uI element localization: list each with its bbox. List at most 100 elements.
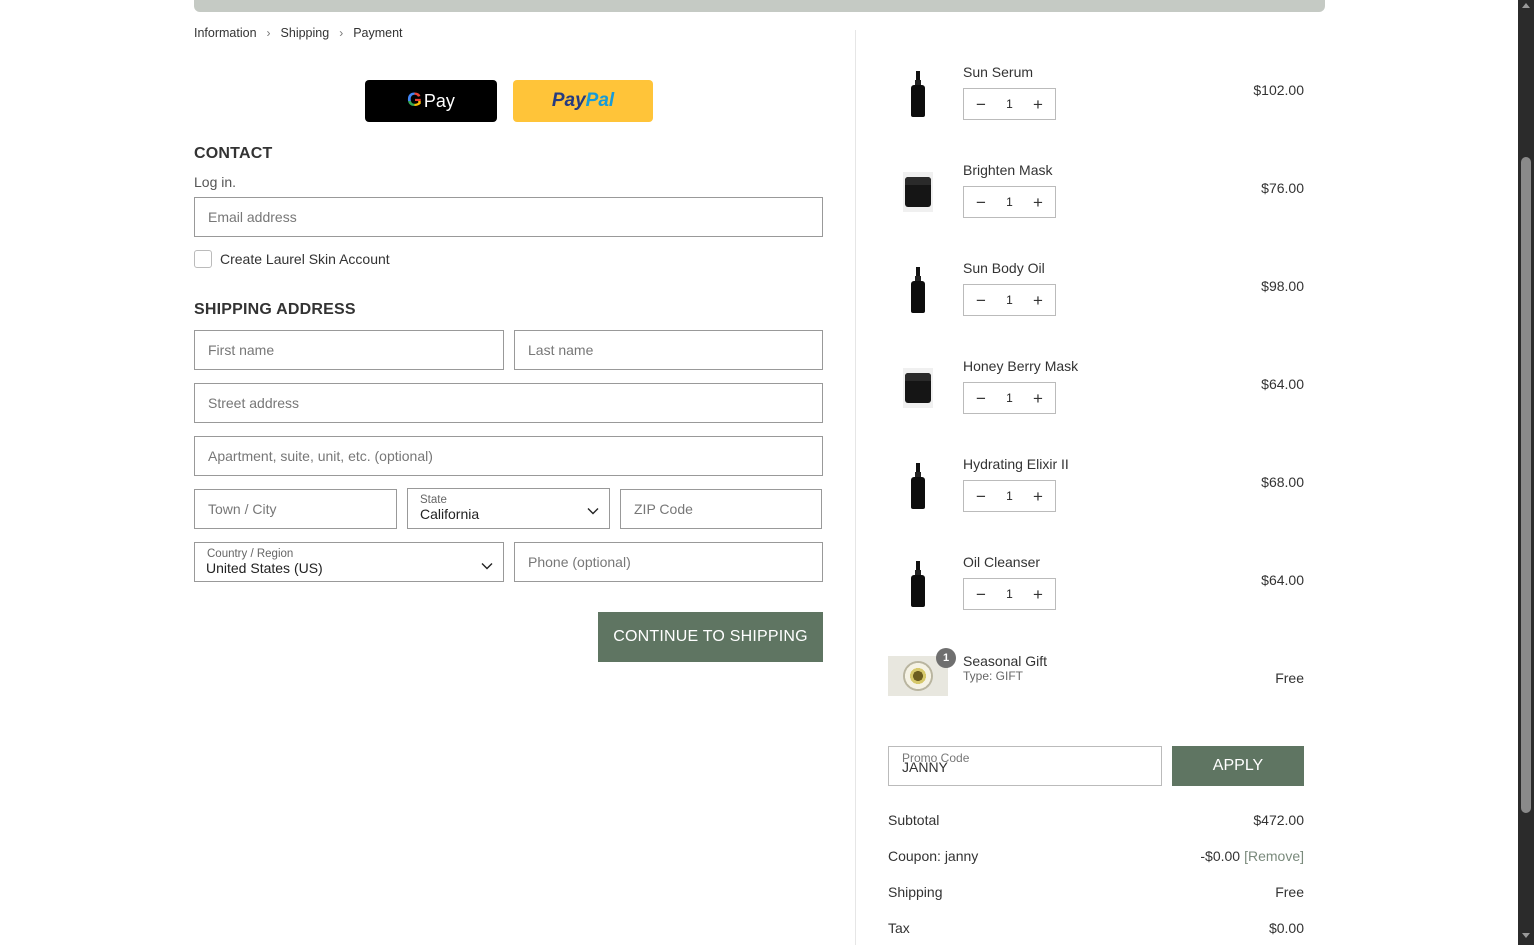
paypal-logo-part1: Pay [551,90,586,111]
city-field[interactable]: Town / City [194,489,397,529]
first-name-field[interactable]: First name [194,330,504,370]
subtotal-value: $472.00 [1253,812,1304,828]
product-name: Brighten Mask [963,162,1053,178]
cart-item: Oil Cleanser − 1 + $64.00 [888,554,1304,624]
quantity-stepper: − 1 + [963,186,1056,218]
product-thumbnail [888,456,948,516]
product-price: $64.00 [1261,376,1304,392]
quantity-value[interactable]: 1 [1006,489,1013,503]
zip-field[interactable]: ZIP Code [620,489,822,529]
quantity-value[interactable]: 1 [1006,293,1013,307]
plus-icon[interactable]: + [1031,390,1045,407]
minus-icon[interactable]: − [974,390,988,407]
product-thumbnail [888,64,948,124]
chevron-down-icon [587,508,599,515]
quantity-stepper: − 1 + [963,480,1056,512]
gift-item: 1 Seasonal Gift Type: GIFT Free [888,648,1304,726]
tax-row: Tax $0.00 [888,920,1304,936]
email-field[interactable]: Email address [194,197,823,237]
contact-heading: CONTACT [194,145,273,162]
product-name: Hydrating Elixir II [963,456,1069,472]
subtotal-row: Subtotal $472.00 [888,812,1304,828]
minus-icon[interactable]: − [974,96,988,113]
apply-promo-button[interactable]: APPLY [1172,746,1304,786]
product-thumbnail [888,162,948,222]
cart-item: Hydrating Elixir II − 1 + $68.00 [888,456,1304,526]
paypal-button[interactable]: Pay Pal [513,80,653,122]
create-account-checkbox[interactable] [194,250,212,268]
tax-label: Tax [888,920,910,936]
subtotal-label: Subtotal [888,812,940,828]
gift-name: Seasonal Gift [963,653,1048,669]
minus-icon[interactable]: − [974,194,988,211]
gift-type: Type: GIFT [963,669,1024,683]
google-pay-label: Pay [423,90,455,111]
minus-icon[interactable]: − [974,488,988,505]
breadcrumb-shipping[interactable]: Shipping [281,26,330,40]
chevron-down-icon [481,563,493,570]
quantity-stepper: − 1 + [963,382,1056,414]
cart-item: Sun Body Oil − 1 + $98.00 [888,260,1304,330]
minus-icon[interactable]: − [974,292,988,309]
product-price: $102.00 [1253,82,1304,98]
shipping-address-heading: SHIPPING ADDRESS [194,301,356,318]
coupon-row: Coupon: janny -$0.00 [Remove] [888,848,1304,864]
google-pay-button[interactable]: G Pay [365,80,497,122]
paypal-logo-part2: Pal [585,90,615,111]
remove-coupon-link[interactable]: [Remove] [1244,848,1304,864]
quantity-stepper: − 1 + [963,284,1056,316]
login-link[interactable]: Log in. [194,174,236,190]
product-price: $98.00 [1261,278,1304,294]
country-select[interactable]: Country / Region United States (US) [194,542,504,582]
product-thumbnail [888,554,948,614]
gift-price: Free [1275,670,1304,686]
quantity-value[interactable]: 1 [1006,97,1013,111]
create-account-row[interactable]: Create Laurel Skin Account [194,250,390,268]
state-select[interactable]: State California [407,488,610,529]
last-name-field[interactable]: Last name [514,330,823,370]
shipping-label: Shipping [888,884,943,900]
state-value: California [420,506,480,522]
plus-icon[interactable]: + [1031,488,1045,505]
continue-to-shipping-button[interactable]: CONTINUE TO SHIPPING [598,612,823,662]
plus-icon[interactable]: + [1031,194,1045,211]
google-logo-icon: G [407,90,422,111]
scrollbar-thumb[interactable] [1521,157,1531,813]
bottle-image [911,561,925,607]
coupon-value: -$0.00 [1200,848,1241,864]
apartment-field[interactable]: Apartment, suite, unit, etc. (optional) [194,436,823,476]
promo-code-value: JANNY [902,759,948,775]
promo-code-field[interactable]: Promo Code JANNY [888,746,1162,786]
flower-image [903,661,933,691]
cart-item: Brighten Mask − 1 + $76.00 [888,162,1304,232]
plus-icon[interactable]: + [1031,586,1045,603]
shipping-value: Free [1275,884,1304,900]
column-divider [855,30,856,945]
bottle-image [911,267,925,313]
jar-image [903,368,933,408]
top-banner-bar [194,0,1325,12]
quantity-value[interactable]: 1 [1006,587,1013,601]
breadcrumb-information[interactable]: Information [194,26,257,40]
country-value: United States (US) [206,560,323,576]
phone-field[interactable]: Phone (optional) [514,542,823,582]
plus-icon[interactable]: + [1031,96,1045,113]
quantity-value[interactable]: 1 [1006,195,1013,209]
quantity-value[interactable]: 1 [1006,391,1013,405]
street-address-field[interactable]: Street address [194,383,823,423]
chevron-right-icon: › [266,26,271,40]
coupon-label: Coupon: janny [888,848,979,864]
bottle-image [911,463,925,509]
gift-quantity-badge: 1 [936,648,956,668]
product-name: Sun Serum [963,64,1034,80]
breadcrumb-payment[interactable]: Payment [353,26,402,40]
scroll-down-arrow-icon[interactable] [1522,933,1530,938]
quantity-stepper: − 1 + [963,578,1056,610]
product-name: Honey Berry Mask [963,358,1079,374]
minus-icon[interactable]: − [974,586,988,603]
plus-icon[interactable]: + [1031,292,1045,309]
product-thumbnail [888,260,948,320]
cart-item: Sun Serum − 1 + $102.00 [888,64,1304,134]
bottle-image [911,71,925,117]
scroll-up-arrow-icon[interactable] [1522,3,1530,8]
